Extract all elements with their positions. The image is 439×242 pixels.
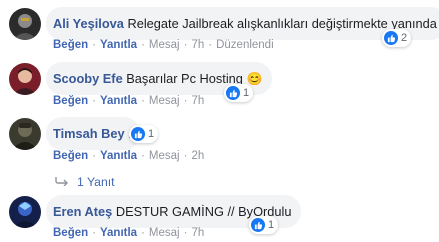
- reaction-count: 2: [401, 32, 408, 44]
- reply-link[interactable]: Yanıtla: [100, 39, 137, 51]
- separator: ·: [92, 227, 96, 239]
- timestamp[interactable]: 7h: [191, 95, 204, 107]
- like-reaction-icon: [384, 31, 398, 45]
- author-name[interactable]: Timsah Bey: [53, 126, 125, 141]
- like-link[interactable]: Beğen: [53, 150, 88, 162]
- author-name[interactable]: Ali Yeşilova: [53, 16, 124, 31]
- message-link[interactable]: Mesaj: [149, 150, 180, 162]
- separator: ·: [208, 39, 213, 51]
- reply-arrow-icon: [55, 174, 69, 189]
- edited-label[interactable]: Düzenlendi: [216, 39, 274, 51]
- reaction-badge[interactable]: 2: [382, 29, 412, 47]
- like-reaction-icon: [251, 218, 265, 232]
- author-name[interactable]: Eren Ateş: [53, 204, 112, 219]
- timestamp[interactable]: 7h: [191, 39, 204, 51]
- separator: ·: [92, 39, 96, 51]
- separator: ·: [141, 227, 145, 239]
- message-link[interactable]: Mesaj: [149, 95, 180, 107]
- like-link[interactable]: Beğen: [53, 227, 88, 239]
- view-replies-link[interactable]: 1 Yanıt: [55, 174, 115, 189]
- like-reaction-icon: [226, 86, 240, 100]
- avatar[interactable]: [9, 118, 41, 150]
- reaction-count: 1: [243, 87, 250, 99]
- separator: ·: [141, 95, 145, 107]
- comment-bubble: Ali Yeşilova Relegate Jailbreak alışkanl…: [46, 7, 439, 40]
- like-reaction-icon: [131, 127, 145, 141]
- comment-actions: Beğen · Yanıtla · Mesaj · 7h · Düzenlendi: [53, 39, 274, 51]
- avatar[interactable]: [9, 8, 41, 40]
- reaction-badge[interactable]: 1: [129, 125, 159, 143]
- reply-link[interactable]: Yanıtla: [100, 95, 137, 107]
- like-link[interactable]: Beğen: [53, 39, 88, 51]
- separator: ·: [183, 150, 188, 162]
- avatar[interactable]: [9, 196, 41, 228]
- reaction-badge[interactable]: 1: [224, 84, 254, 102]
- separator: ·: [141, 39, 145, 51]
- separator: ·: [92, 95, 96, 107]
- message-link[interactable]: Mesaj: [149, 227, 180, 239]
- timestamp[interactable]: 2h: [191, 150, 204, 162]
- separator: ·: [183, 39, 188, 51]
- reaction-count: 1: [148, 128, 155, 140]
- separator: ·: [183, 95, 188, 107]
- avatar[interactable]: [9, 63, 41, 95]
- comment-actions: Beğen · Yanıtla · Mesaj · 7h: [53, 95, 204, 107]
- reaction-badge[interactable]: 1: [249, 216, 279, 234]
- separator: ·: [183, 227, 188, 239]
- replies-count: 1 Yanıt: [77, 174, 115, 189]
- like-link[interactable]: Beğen: [53, 95, 88, 107]
- comment-bubble: Timsah Bey .: [46, 117, 140, 150]
- reply-link[interactable]: Yanıtla: [100, 227, 137, 239]
- separator: ·: [92, 150, 96, 162]
- comment-actions: Beğen · Yanıtla · Mesaj · 2h: [53, 150, 204, 162]
- comment-actions: Beğen · Yanıtla · Mesaj · 7h: [53, 227, 204, 239]
- separator: ·: [141, 150, 145, 162]
- reaction-count: 1: [268, 219, 275, 231]
- author-name[interactable]: Scooby Efe: [53, 71, 123, 86]
- message-link[interactable]: Mesaj: [149, 39, 180, 51]
- reply-link[interactable]: Yanıtla: [100, 150, 137, 162]
- timestamp[interactable]: 7h: [191, 227, 204, 239]
